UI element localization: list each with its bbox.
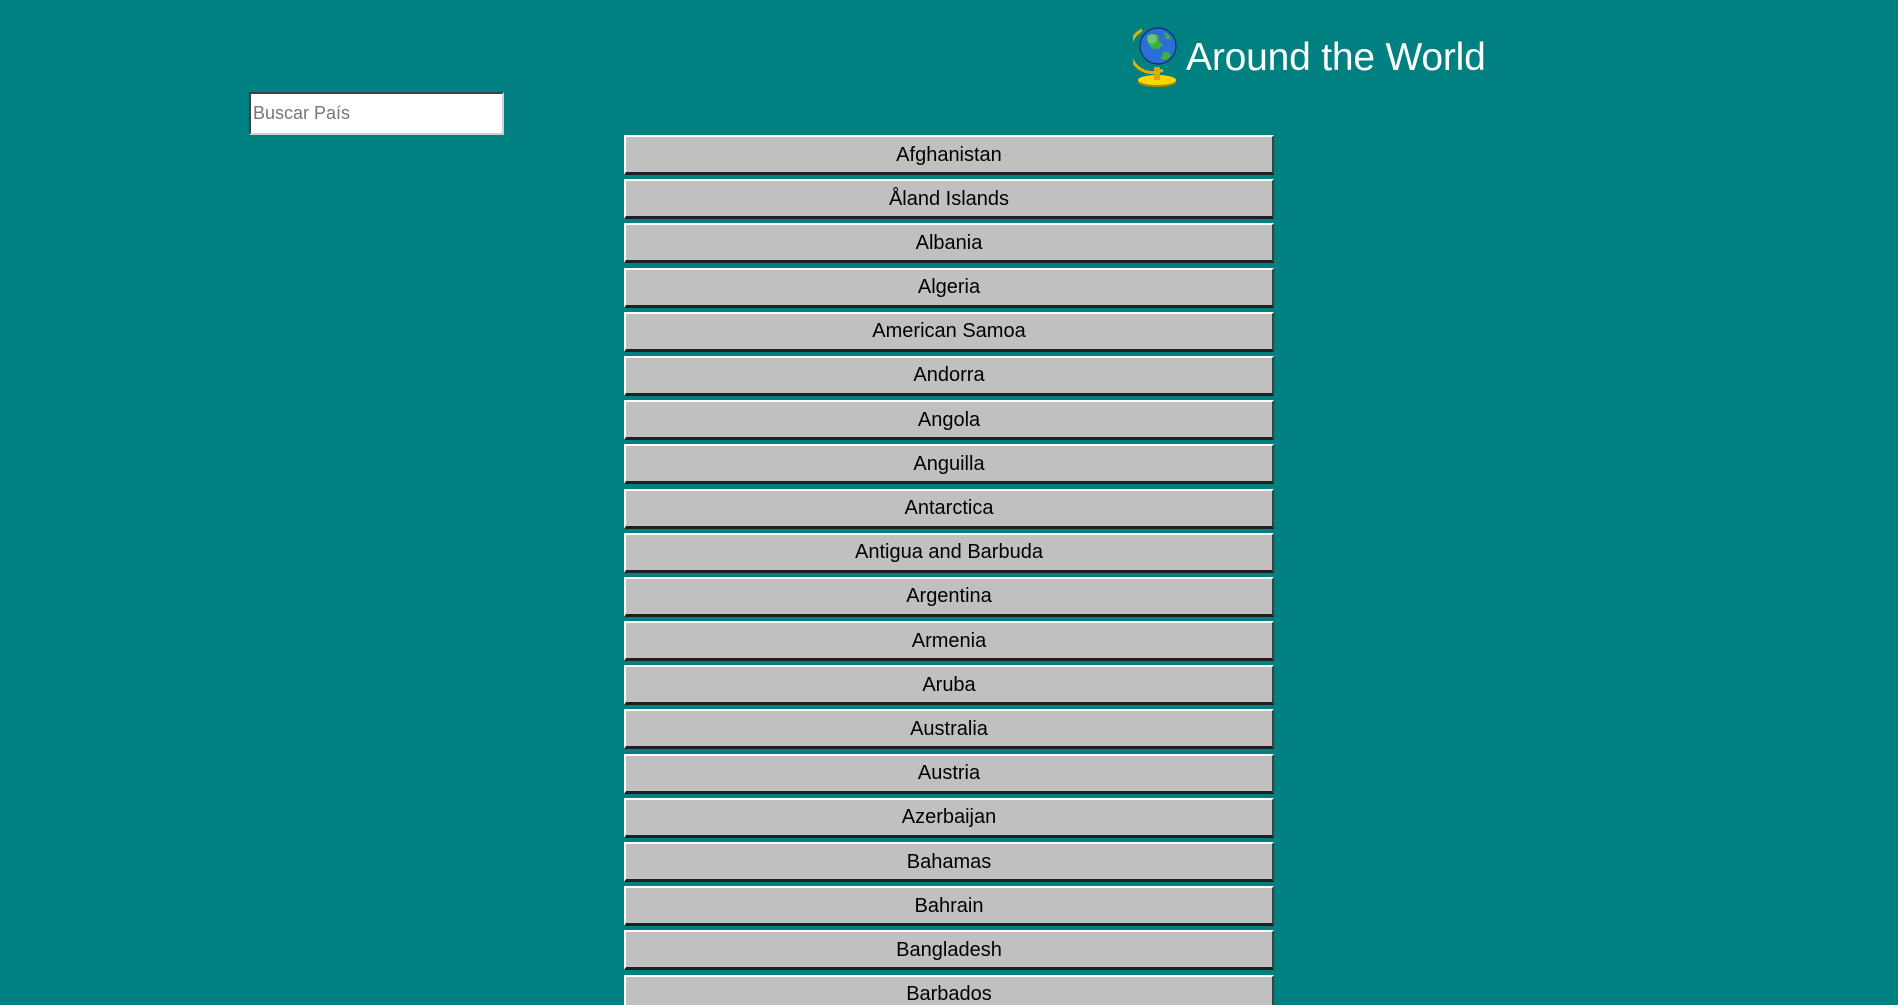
list-item: Algeria	[624, 267, 1274, 312]
country-button[interactable]: Aruba	[624, 665, 1274, 706]
country-button[interactable]: Albania	[624, 223, 1274, 264]
list-item: Austria	[624, 753, 1274, 798]
list-item: Angola	[624, 400, 1274, 444]
country-button[interactable]: Austria	[624, 753, 1274, 794]
page: Around the World AfghanistanÅland Island…	[0, 0, 1898, 1005]
country-button[interactable]: Bahrain	[624, 886, 1274, 927]
country-button[interactable]: Bangladesh	[624, 930, 1274, 971]
list-item: Aruba	[624, 665, 1274, 709]
country-button[interactable]: Antigua and Barbuda	[624, 532, 1274, 573]
country-button[interactable]: Åland Islands	[624, 179, 1274, 220]
country-button[interactable]: Angola	[624, 400, 1274, 441]
country-button[interactable]: Azerbaijan	[624, 797, 1274, 838]
search-input[interactable]	[249, 92, 504, 135]
list-item: Anguilla	[624, 444, 1274, 488]
list-item: Afghanistan	[624, 135, 1274, 179]
list-item: Albania	[624, 223, 1274, 267]
country-button[interactable]: Anguilla	[624, 444, 1274, 485]
country-button[interactable]: Argentina	[624, 576, 1274, 617]
country-button[interactable]: Armenia	[624, 621, 1274, 662]
list-item: American Samoa	[624, 311, 1274, 356]
list-item: Andorra	[624, 355, 1274, 400]
list-item: Azerbaijan	[624, 797, 1274, 842]
country-button[interactable]: Bahamas	[624, 842, 1274, 882]
country-button[interactable]: Barbados	[624, 974, 1274, 1005]
list-item: Bangladesh	[624, 930, 1274, 974]
country-button[interactable]: Antarctica	[624, 488, 1274, 529]
country-button[interactable]: Afghanistan	[624, 135, 1274, 175]
list-item: Barbados	[624, 974, 1274, 1005]
page-title: Around the World	[1186, 36, 1486, 79]
list-item: Armenia	[624, 621, 1274, 665]
list-item: Bahrain	[624, 886, 1274, 930]
country-button[interactable]: Andorra	[624, 355, 1274, 396]
globe-icon	[1133, 27, 1177, 87]
country-button[interactable]: Australia	[624, 709, 1274, 750]
list-item: Australia	[624, 709, 1274, 753]
list-item: Argentina	[624, 576, 1274, 621]
list-item: Bahamas	[624, 842, 1274, 886]
country-list: Afghanistan Åland Islands Albania Algeria Am…	[624, 135, 1274, 1005]
list-item: Åland Islands	[624, 179, 1274, 223]
list-item: Antarctica	[624, 488, 1274, 533]
country-button[interactable]: Algeria	[624, 267, 1274, 308]
list-item: Antigua and Barbuda	[624, 532, 1274, 577]
header: Around the World	[1133, 22, 1486, 88]
country-button[interactable]: American Samoa	[624, 311, 1274, 352]
